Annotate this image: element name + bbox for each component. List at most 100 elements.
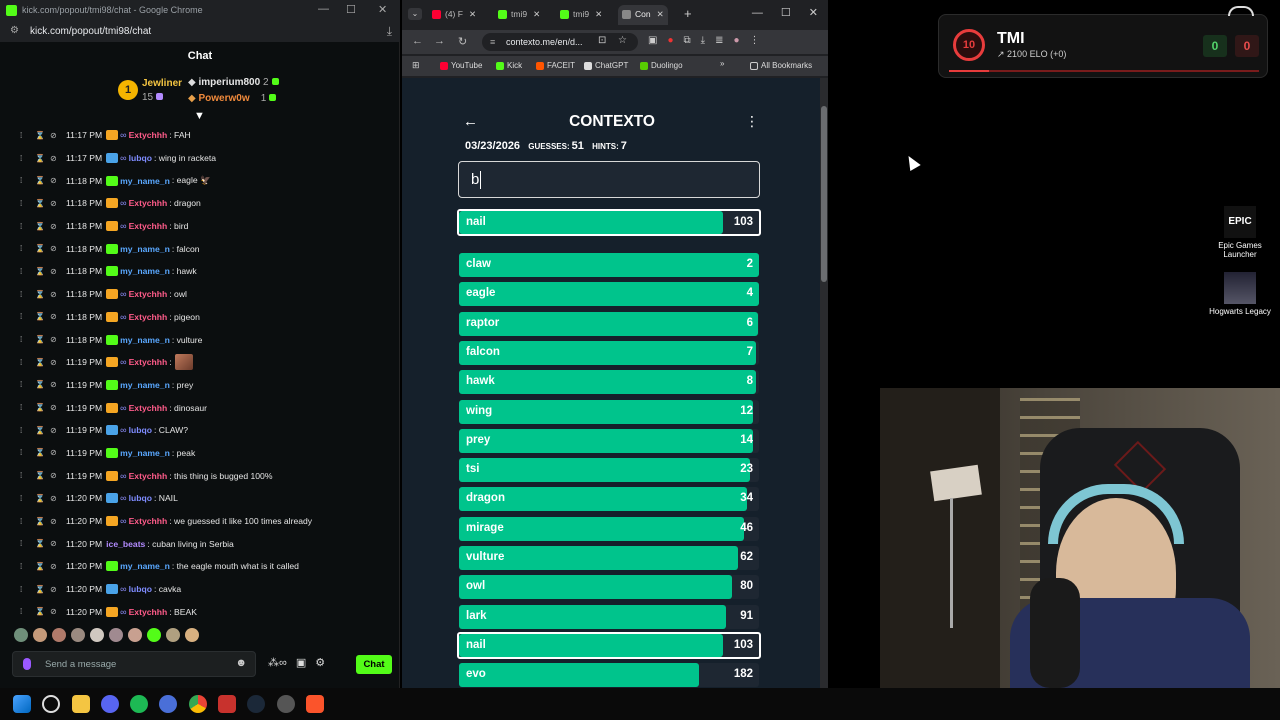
message-username[interactable]: lubqo [129,425,152,435]
timeout-icon[interactable]: ⌛ [35,222,50,231]
ban-icon[interactable]: ⊘ [50,290,65,299]
extension-red-icon[interactable]: ● [667,35,673,46]
timeout-icon[interactable]: ⌛ [35,517,50,526]
forward-icon[interactable]: → [434,35,445,47]
bookmark-chatgpt[interactable]: ChatGPT [584,61,628,70]
chat-message[interactable]: ⁞ ⌛ ⊘ 11:20 PM ∞ lubqo: NAIL [0,487,398,510]
message-username[interactable]: Extychhh [129,221,168,231]
brave-icon[interactable] [306,695,324,713]
emote-icon[interactable] [166,628,180,642]
pin-icon[interactable]: ⁞ [20,517,35,526]
timeout-icon[interactable]: ⌛ [35,131,50,140]
timeout-icon[interactable]: ⌛ [35,426,50,435]
chat-message[interactable]: ⁞ ⌛ ⊘ 11:18 PM my_name_n: vulture [0,328,398,351]
top-gifter[interactable]: Jewliner [142,78,182,89]
pin-icon[interactable]: ⁞ [20,131,35,140]
chat-message[interactable]: ⁞ ⌛ ⊘ 11:19 PM ∞ Extychhh: dinosaur [0,396,398,419]
steam-icon[interactable] [247,695,265,713]
gift-icon[interactable]: ▣ [296,657,306,669]
timeout-icon[interactable]: ⌛ [35,358,50,367]
collapse-pinned-icon[interactable]: ▼ [194,110,205,122]
message-username[interactable]: lubqo [129,153,152,163]
timeout-icon[interactable]: ⌛ [35,244,50,253]
menu-kebab-icon[interactable]: ⋮ [745,113,759,130]
tab-contexto[interactable]: Con ✕ [618,5,668,25]
ban-icon[interactable]: ⊘ [50,222,65,231]
chat-message[interactable]: ⁞ ⌛ ⊘ 11:20 PM ice_beats: cuban living in Se… [0,532,398,555]
apps-grid-icon[interactable]: ⊞ [412,60,420,71]
scrollbar-thumb[interactable] [821,106,827,282]
chat-message[interactable]: ⁞ ⌛ ⊘ 11:17 PM ∞ lubqo: wing in racketa [0,147,398,170]
emote-icon[interactable] [71,628,85,642]
timeout-icon[interactable]: ⌛ [35,471,50,480]
ban-icon[interactable]: ⊘ [50,312,65,321]
close-tab-icon[interactable]: ✕ [469,9,476,19]
chat-send-button[interactable]: Chat [356,655,392,674]
ban-icon[interactable]: ⊘ [50,358,65,367]
pin-icon[interactable]: ⁞ [20,380,35,389]
timeout-icon[interactable]: ⌛ [35,176,50,185]
message-username[interactable]: Extychhh [129,198,168,208]
message-username[interactable]: my_name_n [120,335,170,345]
message-username[interactable]: Extychhh [129,289,168,299]
chat-message-list[interactable]: ⁞ ⌛ ⊘ 11:17 PM ∞ Extychhh: FAH ⁞ ⌛ ⊘ 11:17 PM ∞ lub… [0,124,398,619]
windows-start-icon[interactable] [13,695,31,713]
message-username[interactable]: Extychhh [129,357,168,367]
message-username[interactable]: Extychhh [129,607,168,617]
chat-message[interactable]: ⁞ ⌛ ⊘ 11:19 PM ∞ Extychhh: this thing is bugg… [0,464,398,487]
desktop-icon-epic-games[interactable]: EPIC Epic Games Launcher [1208,206,1272,259]
pin-icon[interactable]: ⁞ [20,562,35,571]
site-info-icon[interactable]: ≡ [490,33,495,51]
pin-icon[interactable]: ⁞ [20,448,35,457]
minimize-icon[interactable]: — [318,3,329,15]
chat-message[interactable]: ⁞ ⌛ ⊘ 11:19 PM my_name_n: peak [0,442,398,465]
timeout-icon[interactable]: ⌛ [35,335,50,344]
chat-message[interactable]: ⁞ ⌛ ⊘ 11:18 PM ∞ Extychhh: dragon [0,192,398,215]
timeout-icon[interactable]: ⌛ [35,494,50,503]
emote-icon[interactable] [147,628,161,642]
chat-message[interactable]: ⁞ ⌛ ⊘ 11:18 PM my_name_n: falcon [0,237,398,260]
screenshot-icon[interactable]: ⊡ [598,35,606,46]
pin-icon[interactable]: ⁞ [20,267,35,276]
pin-icon[interactable]: ⁞ [20,539,35,548]
ban-icon[interactable]: ⊘ [50,471,65,480]
pin-icon[interactable]: ⁞ [20,607,35,616]
maximize-icon[interactable]: ☐ [346,3,356,16]
ban-icon[interactable]: ⊘ [50,267,65,276]
file-explorer-icon[interactable] [72,695,90,713]
ban-icon[interactable]: ⊘ [50,517,65,526]
emote-icon[interactable] [109,628,123,642]
pin-icon[interactable]: ⁞ [20,494,35,503]
extensions-puzzle-icon[interactable]: ⧉ [684,35,691,46]
timeout-icon[interactable]: ⌛ [35,267,50,276]
obs-icon[interactable] [277,695,295,713]
site-settings-icon[interactable]: ⚙ [10,25,19,36]
timeout-icon[interactable]: ⌛ [35,312,50,321]
download-icon[interactable]: ⤓ [701,35,705,46]
message-username[interactable]: ice_beats [106,539,145,549]
ban-icon[interactable]: ⊘ [50,199,65,208]
emote-icon[interactable] [128,628,142,642]
timeout-icon[interactable]: ⌛ [35,380,50,389]
new-tab-icon[interactable]: + [684,6,692,21]
more-bookmarks-icon[interactable]: » [720,59,724,68]
message-username[interactable]: my_name_n [120,176,170,186]
chat-message[interactable]: ⁞ ⌛ ⊘ 11:18 PM my_name_n: eagle 🦅 [0,169,398,192]
emoji-picker-icon[interactable]: ☻ [235,657,247,669]
pin-icon[interactable]: ⁞ [20,358,35,367]
pin-icon[interactable]: ⁞ [20,585,35,594]
timeout-icon[interactable]: ⌛ [35,607,50,616]
ban-icon[interactable]: ⊘ [50,131,65,140]
message-username[interactable]: my_name_n [120,266,170,276]
mic-icon[interactable] [23,658,31,670]
close-icon[interactable]: ✕ [809,7,818,19]
message-username[interactable]: Extychhh [129,516,168,526]
desktop-icon-hogwarts[interactable]: Hogwarts Legacy [1208,272,1272,316]
ban-icon[interactable]: ⊘ [50,562,65,571]
bookmark-kick[interactable]: Kick [496,61,522,70]
address-bar[interactable]: ≡ contexto.me/en/d... [482,33,638,51]
chat-message[interactable]: ⁞ ⌛ ⊘ 11:18 PM ∞ Extychhh: bird [0,215,398,238]
ban-icon[interactable]: ⊘ [50,448,65,457]
ban-icon[interactable]: ⊘ [50,585,65,594]
chat-message[interactable]: ⁞ ⌛ ⊘ 11:20 PM ∞ Extychhh: we guessed it like… [0,510,398,533]
